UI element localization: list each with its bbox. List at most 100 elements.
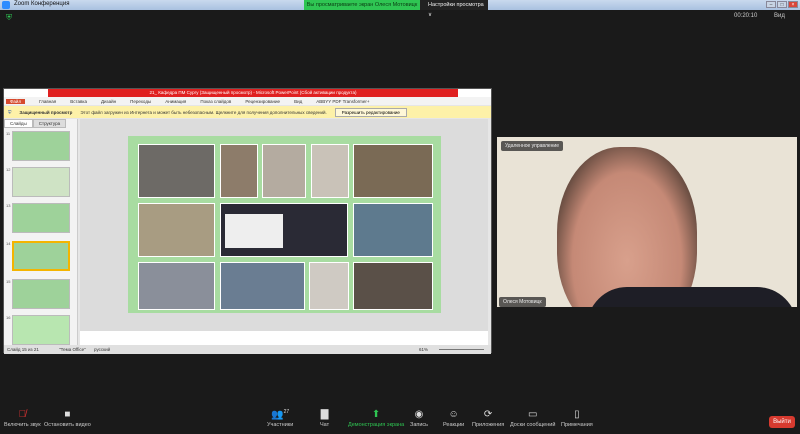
notes-label: Примечания bbox=[561, 422, 593, 428]
photo bbox=[220, 144, 258, 198]
chat-button[interactable]: ▇ Чат bbox=[320, 409, 329, 428]
whiteboard-icon: ▭ bbox=[527, 409, 538, 420]
view-button[interactable]: Вид bbox=[774, 13, 785, 19]
slide-thumbnail[interactable] bbox=[12, 279, 70, 309]
meeting-toolbar: 🎙̸ Включить звук ■ Остановить видео 👥27 Уча… bbox=[0, 405, 800, 434]
ribbon-tab[interactable]: Анимация bbox=[165, 99, 186, 104]
photo bbox=[138, 203, 215, 257]
zoom-slider[interactable] bbox=[439, 349, 484, 350]
slides-panel: Слайды Структура 11 12 13 14 15 16 bbox=[4, 119, 78, 345]
whiteboard-label: Доски сообщений bbox=[510, 422, 556, 428]
apps-label: Приложения bbox=[472, 422, 505, 428]
share-screen-icon: ⬆ bbox=[371, 409, 381, 420]
leave-button[interactable]: Выйти bbox=[769, 416, 795, 428]
slide-thumbnail[interactable] bbox=[12, 131, 70, 161]
participants-count: 27 bbox=[283, 409, 290, 415]
ribbon-tabs: Файл Главная Вставка Дизайн Переходы Ани… bbox=[4, 97, 491, 105]
theme-name: "Тема Office" bbox=[59, 347, 86, 352]
tab-outline[interactable]: Структура bbox=[32, 119, 67, 128]
chat-icon: ▇ bbox=[320, 409, 329, 420]
slide-number: 11 bbox=[6, 131, 11, 136]
protected-view-bar: ⛨ Защищенный просмотр Этот файл загружен… bbox=[4, 106, 491, 118]
ribbon-tab[interactable]: Главная bbox=[39, 99, 56, 104]
participants-label: Участники bbox=[267, 422, 294, 428]
participant-face bbox=[557, 147, 697, 307]
participant-video: Удаленное управление Олеся Мотовицк bbox=[497, 137, 797, 307]
photo bbox=[353, 262, 433, 310]
whiteboard-button[interactable]: ▭ Доски сообщений bbox=[510, 409, 555, 428]
slide-thumbnail[interactable] bbox=[12, 315, 70, 345]
camera-icon: ■ bbox=[64, 409, 71, 420]
minimize-button[interactable]: – bbox=[766, 1, 776, 8]
record-label: Запись bbox=[410, 422, 429, 428]
photo bbox=[309, 262, 349, 310]
photo bbox=[220, 262, 305, 310]
window-controls: – □ × bbox=[766, 1, 798, 8]
ribbon-tab[interactable]: Вставка bbox=[70, 99, 87, 104]
zoom-level[interactable]: 61% bbox=[419, 347, 428, 352]
photo bbox=[311, 144, 349, 198]
photo bbox=[353, 203, 433, 257]
slide-counter: Слайд 15 из 21 bbox=[7, 347, 39, 352]
participant-name: Олеся Мотовицк bbox=[499, 297, 546, 307]
tab-slides[interactable]: Слайды bbox=[4, 119, 33, 128]
meeting-timer: 00:20:10 bbox=[734, 13, 758, 19]
zoom-logo-icon bbox=[2, 1, 10, 9]
slide-thumbnail[interactable] bbox=[12, 167, 70, 197]
muted-mic-icon: 🎙̸ bbox=[18, 409, 27, 420]
slide-number: 13 bbox=[6, 203, 11, 208]
participants-button[interactable]: 👥27 Участники bbox=[267, 409, 293, 428]
ribbon-tab[interactable]: Переходы bbox=[130, 99, 151, 104]
protected-message: Этот файл загружен из Интернета и может … bbox=[80, 109, 327, 115]
ribbon-tab[interactable]: Дизайн bbox=[101, 99, 116, 104]
enable-editing-button[interactable]: Разрешить редактирование bbox=[334, 107, 407, 117]
unmute-button[interactable]: 🎙̸ Включить звук bbox=[4, 409, 41, 428]
apps-icon: ⟳ bbox=[483, 409, 493, 420]
slide-number: 12 bbox=[6, 167, 11, 172]
notes-button[interactable]: ▯ Примечания bbox=[561, 409, 593, 428]
notes-pane[interactable] bbox=[80, 331, 488, 345]
unmute-label: Включить звук bbox=[4, 422, 41, 428]
current-slide bbox=[128, 136, 441, 313]
ppt-title-bar: 21_ Кафедра ПМ Сургу (Защищенный просмот… bbox=[4, 89, 491, 97]
slide-number: 16 bbox=[6, 315, 11, 320]
powerpoint-window: 21_ Кафедра ПМ Сургу (Защищенный просмот… bbox=[3, 88, 492, 354]
share-screen-button[interactable]: ⬆ Демонстрация экрана bbox=[348, 409, 404, 428]
share-screen-label: Демонстрация экрана bbox=[348, 422, 405, 428]
ppt-title: 21_ Кафедра ПМ Сургу (Защищенный просмот… bbox=[48, 89, 458, 97]
notes-icon: ▯ bbox=[574, 409, 580, 420]
view-options-button[interactable]: Настройки просмотра ∨ bbox=[420, 0, 488, 18]
chat-label: Чат bbox=[320, 422, 330, 428]
ribbon-tab[interactable]: Файл bbox=[6, 98, 26, 104]
photo bbox=[138, 262, 215, 310]
screen-share-banner: Вы просматриваете экран Олеся Мотовицк bbox=[304, 0, 420, 10]
ribbon-tab[interactable]: Вид bbox=[294, 99, 302, 104]
slide-thumbnail-selected[interactable] bbox=[12, 241, 70, 271]
record-icon: ◉ bbox=[414, 409, 424, 420]
photo bbox=[262, 144, 306, 198]
apps-button[interactable]: ⟳ Приложения bbox=[472, 409, 504, 428]
ribbon-tab[interactable]: ABBYY PDF Transformer+ bbox=[316, 99, 369, 104]
ribbon-tab[interactable]: Рецензирование bbox=[245, 99, 280, 104]
ribbon-tab[interactable]: Показ слайдов bbox=[200, 99, 231, 104]
reactions-label: Реакции bbox=[443, 422, 465, 428]
participants-icon: 👥27 bbox=[271, 409, 290, 421]
photo bbox=[138, 144, 215, 198]
shield-icon[interactable]: ⛨ bbox=[6, 13, 12, 23]
slide-number: 15 bbox=[6, 279, 11, 284]
stop-video-button[interactable]: ■ Остановить видео bbox=[44, 409, 91, 428]
slide-number: 14 bbox=[6, 241, 11, 246]
remote-control-label: Удаленное управление bbox=[501, 141, 563, 151]
stop-video-label: Остановить видео bbox=[44, 422, 91, 428]
maximize-button[interactable]: □ bbox=[777, 1, 787, 8]
slide-thumbnail[interactable] bbox=[12, 203, 70, 233]
record-button[interactable]: ◉ Запись bbox=[410, 409, 428, 428]
reactions-button[interactable]: ☺ Реакции bbox=[443, 409, 464, 428]
protected-title: Защищенный просмотр bbox=[19, 109, 73, 115]
language: русский bbox=[94, 347, 111, 352]
photo bbox=[220, 203, 348, 257]
close-button[interactable]: × bbox=[788, 1, 798, 8]
slide-editor bbox=[80, 119, 488, 345]
window-title: Zoom Конференция bbox=[14, 1, 70, 7]
status-bar: Слайд 15 из 21 "Тема Office" русский 61% bbox=[4, 345, 491, 354]
